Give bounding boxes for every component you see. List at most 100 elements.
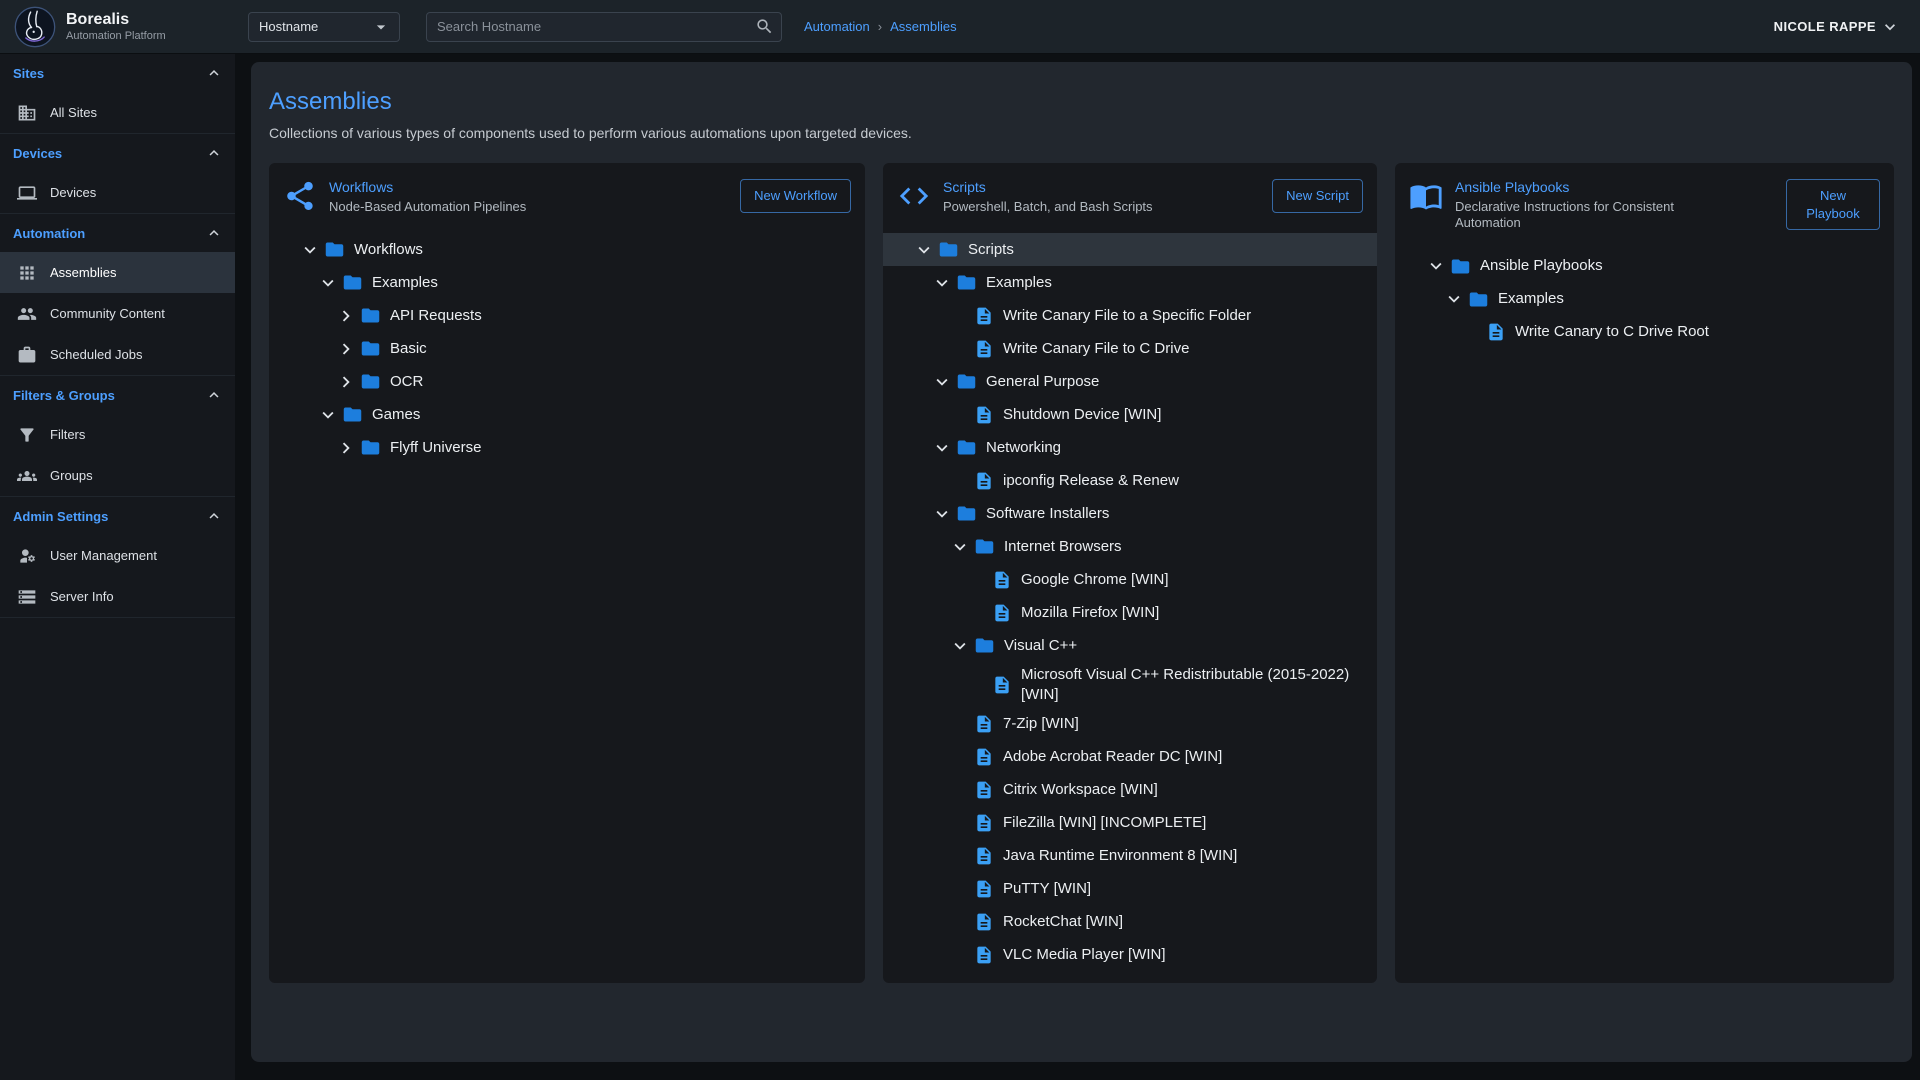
sidebar-item-label: Community Content (50, 306, 165, 321)
tree-item-label: General Purpose (986, 369, 1099, 395)
user-menu[interactable]: NICOLE RAPPE (1774, 17, 1900, 37)
chevron-right-icon[interactable] (335, 437, 357, 459)
sidebar-item-community-content[interactable]: Community Content (0, 293, 235, 334)
tree-file-shutdown-device-win[interactable]: Shutdown Device [WIN] (883, 398, 1377, 431)
tree-folder-networking[interactable]: Networking (883, 431, 1377, 464)
chevron-down-icon[interactable] (299, 239, 321, 261)
chevron-down-icon[interactable] (913, 239, 935, 261)
tree-file-filezilla-win-incomplete[interactable]: FileZilla [WIN] [INCOMPLETE] (883, 806, 1377, 839)
sidebar-item-user-management[interactable]: User Management (0, 535, 235, 576)
book-icon (1409, 179, 1443, 213)
card-header-scripts: ScriptsPowershell, Batch, and Bash Scrip… (883, 179, 1377, 215)
chevron-right-icon[interactable] (335, 338, 357, 360)
chevron-up-icon[interactable] (205, 386, 223, 404)
tree-file-rocketchat-win[interactable]: RocketChat [WIN] (883, 905, 1377, 938)
tree-item-label: Workflows (354, 237, 423, 263)
tree-file-mozilla-firefox-win[interactable]: Mozilla Firefox [WIN] (883, 596, 1377, 629)
tree-folder-api-requests[interactable]: API Requests (269, 299, 865, 332)
new-script-button[interactable]: New Script (1272, 179, 1363, 213)
chevron-up-icon[interactable] (205, 144, 223, 162)
sidebar-item-all-sites[interactable]: All Sites (0, 92, 235, 133)
tree-item-label: Shutdown Device [WIN] (1003, 402, 1161, 428)
sidebar-item-groups[interactable]: Groups (0, 455, 235, 496)
chevron-down-icon (1880, 17, 1900, 37)
new-playbook-button[interactable]: New Playbook (1786, 179, 1880, 230)
tree-folder-visual-c[interactable]: Visual C++ (883, 629, 1377, 662)
file-icon (974, 780, 994, 800)
tree-file-vlc-media-player-win[interactable]: VLC Media Player [WIN] (883, 938, 1377, 971)
hostname-select[interactable]: Hostname (248, 12, 400, 42)
file-icon (974, 912, 994, 932)
chevron-down-icon[interactable] (931, 437, 953, 459)
folder-icon (974, 635, 995, 656)
file-icon (974, 471, 994, 491)
user-settings-icon (17, 546, 37, 566)
tree-folder-games[interactable]: Games (269, 398, 865, 431)
chevron-up-icon[interactable] (205, 507, 223, 525)
tree-folder-software-installers[interactable]: Software Installers (883, 497, 1377, 530)
chevron-down-icon[interactable] (317, 272, 339, 294)
breadcrumb-item-automation[interactable]: Automation (804, 19, 870, 34)
tree-file-write-canary-file-to-a-specific-folder[interactable]: Write Canary File to a Specific Folder (883, 299, 1377, 332)
tree-file-citrix-workspace-win[interactable]: Citrix Workspace [WIN] (883, 773, 1377, 806)
sidebar-section-header-automation[interactable]: Automation (0, 214, 235, 252)
sidebar-item-devices[interactable]: Devices (0, 172, 235, 213)
chevron-down-icon[interactable] (1443, 288, 1465, 310)
sidebar-item-server-info[interactable]: Server Info (0, 576, 235, 617)
briefcase-icon (17, 345, 37, 365)
tree-folder-examples[interactable]: Examples (1395, 283, 1894, 316)
tree-folder-examples[interactable]: Examples (269, 266, 865, 299)
tree-folder-internet-browsers[interactable]: Internet Browsers (883, 530, 1377, 563)
tree-folder-ansible-playbooks[interactable]: Ansible Playbooks (1395, 250, 1894, 283)
top-bar: Borealis Automation Platform Hostname Au… (0, 0, 1920, 54)
sidebar-item-assemblies[interactable]: Assemblies (0, 252, 235, 293)
sidebar-section-admin-settings: Admin SettingsUser Management Server Info (0, 497, 235, 618)
sidebar-section-header-admin-settings[interactable]: Admin Settings (0, 497, 235, 535)
card-workflows: WorkflowsNode-Based Automation Pipelines… (269, 163, 865, 983)
tree-file-write-canary-file-to-c-drive[interactable]: Write Canary File to C Drive (883, 332, 1377, 365)
tree-file-write-canary-to-c-drive-root[interactable]: Write Canary to C Drive Root (1395, 316, 1894, 349)
tree-file-google-chrome-win[interactable]: Google Chrome [WIN] (883, 563, 1377, 596)
chevron-down-icon[interactable] (931, 371, 953, 393)
card-titles: Ansible PlaybooksDeclarative Instruction… (1455, 179, 1685, 232)
tree-folder-workflows[interactable]: Workflows (269, 233, 865, 266)
page-subtitle: Collections of various types of componen… (269, 125, 1894, 141)
tree-file-7-zip-win[interactable]: 7-Zip [WIN] (883, 707, 1377, 740)
tree-file-ipconfig-release-renew[interactable]: ipconfig Release & Renew (883, 464, 1377, 497)
tree-file-putty-win[interactable]: PuTTY [WIN] (883, 872, 1377, 905)
chevron-down-icon[interactable] (931, 272, 953, 294)
chevron-right-icon[interactable] (335, 305, 357, 327)
tree-folder-flyff-universe[interactable]: Flyff Universe (269, 431, 865, 464)
chevron-up-icon[interactable] (205, 64, 223, 82)
tree-folder-scripts[interactable]: Scripts (883, 233, 1377, 266)
sidebar-section-header-filters-groups[interactable]: Filters & Groups (0, 376, 235, 414)
chevron-down-icon[interactable] (949, 536, 971, 558)
tree-folder-general-purpose[interactable]: General Purpose (883, 365, 1377, 398)
file-icon (974, 405, 994, 425)
tree-item-label: Basic (390, 336, 427, 362)
search-input[interactable] (426, 12, 782, 42)
chevron-up-icon[interactable] (205, 224, 223, 242)
chevron-down-icon[interactable] (1425, 255, 1447, 277)
chevron-down-icon[interactable] (317, 404, 339, 426)
tree-file-microsoft-visual-c-redistributable-2015-2022-win[interactable]: Microsoft Visual C++ Redistributable (20… (883, 662, 1377, 707)
sidebar-section-header-devices[interactable]: Devices (0, 134, 235, 172)
chevron-down-icon[interactable] (931, 503, 953, 525)
tree-folder-examples[interactable]: Examples (883, 266, 1377, 299)
tree-folder-basic[interactable]: Basic (269, 332, 865, 365)
tree-item-label: Mozilla Firefox [WIN] (1021, 600, 1159, 626)
sidebar-item-filters[interactable]: Filters (0, 414, 235, 455)
chevron-right-icon[interactable] (335, 371, 357, 393)
tree-item-label: Write Canary File to a Specific Folder (1003, 303, 1251, 329)
breadcrumb-item-assemblies[interactable]: Assemblies (890, 19, 956, 34)
new-workflow-button[interactable]: New Workflow (740, 179, 851, 213)
tree-file-java-runtime-environment-8-win[interactable]: Java Runtime Environment 8 [WIN] (883, 839, 1377, 872)
tree-folder-ocr[interactable]: OCR (269, 365, 865, 398)
tree-file-adobe-acrobat-reader-dc-win[interactable]: Adobe Acrobat Reader DC [WIN] (883, 740, 1377, 773)
chevron-down-icon[interactable] (949, 635, 971, 657)
file-icon (992, 603, 1012, 623)
building-icon (17, 103, 37, 123)
sidebar-item-label: Server Info (50, 589, 114, 604)
sidebar-item-scheduled-jobs[interactable]: Scheduled Jobs (0, 334, 235, 375)
sidebar-section-header-sites[interactable]: Sites (0, 54, 235, 92)
